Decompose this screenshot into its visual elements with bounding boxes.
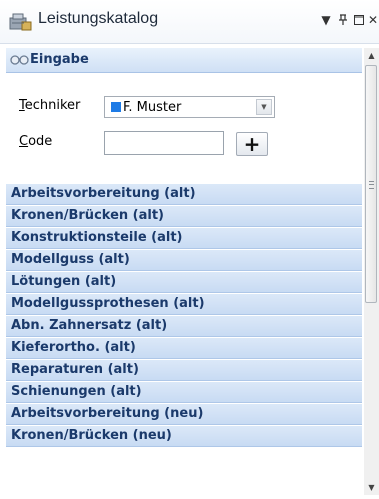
dropdown-icon[interactable]: ▼ xyxy=(318,12,334,28)
category-item[interactable]: Arbeitsvorbereitung (neu) xyxy=(6,404,362,425)
category-item[interactable]: Reparaturen (alt) xyxy=(6,360,362,381)
close-icon[interactable]: ✕ xyxy=(365,12,379,28)
add-button[interactable]: + xyxy=(236,132,268,156)
category-item[interactable]: Kronen/Brücken (neu) xyxy=(6,426,362,447)
category-item[interactable]: Modellguss (alt) xyxy=(6,250,362,271)
code-input[interactable] xyxy=(104,131,224,155)
category-item[interactable]: Abn. Zahnersatz (alt) xyxy=(6,316,362,337)
panel-titlebar: Leistungskatalog ▼ ✕ xyxy=(0,0,379,44)
scrollbar-thumb[interactable] xyxy=(365,65,377,303)
section-header-eingabe[interactable]: Eingabe xyxy=(6,48,362,73)
vertical-scrollbar[interactable]: ▲ ▼ xyxy=(364,48,379,495)
glasses-icon xyxy=(9,51,31,69)
chevron-down-icon[interactable]: ▼ xyxy=(256,99,272,115)
category-item[interactable]: Kronen/Brücken (alt) xyxy=(6,206,362,227)
code-label: Code xyxy=(19,134,53,149)
grip-icon xyxy=(369,181,374,189)
category-item[interactable]: Arbeitsvorbereitung (alt) xyxy=(6,184,362,205)
pin-icon[interactable] xyxy=(335,12,351,28)
scroll-down-icon[interactable]: ▼ xyxy=(364,480,379,495)
panel-title: Leistungskatalog xyxy=(38,10,159,27)
category-list: Arbeitsvorbereitung (alt) Kronen/Brücken … xyxy=(6,184,362,448)
scroll-up-icon[interactable]: ▲ xyxy=(364,48,379,63)
toolbox-icon xyxy=(8,12,32,32)
techniker-label: Techniker xyxy=(19,98,81,113)
techniker-value: F. Muster xyxy=(123,100,182,115)
category-item[interactable]: Lötungen (alt) xyxy=(6,272,362,293)
category-item[interactable]: Schienungen (alt) xyxy=(6,382,362,403)
section-title: Eingabe xyxy=(30,52,89,67)
category-item[interactable]: Kieferortho. (alt) xyxy=(6,338,362,359)
category-item[interactable]: Modellgussprothesen (alt) xyxy=(6,294,362,315)
color-swatch xyxy=(111,102,121,112)
catalog-panel: Eingabe Techniker F. Muster ▼ Code + Arb… xyxy=(6,48,362,495)
techniker-select[interactable]: F. Muster ▼ xyxy=(104,96,275,118)
category-item[interactable]: Konstruktionsteile (alt) xyxy=(6,228,362,249)
